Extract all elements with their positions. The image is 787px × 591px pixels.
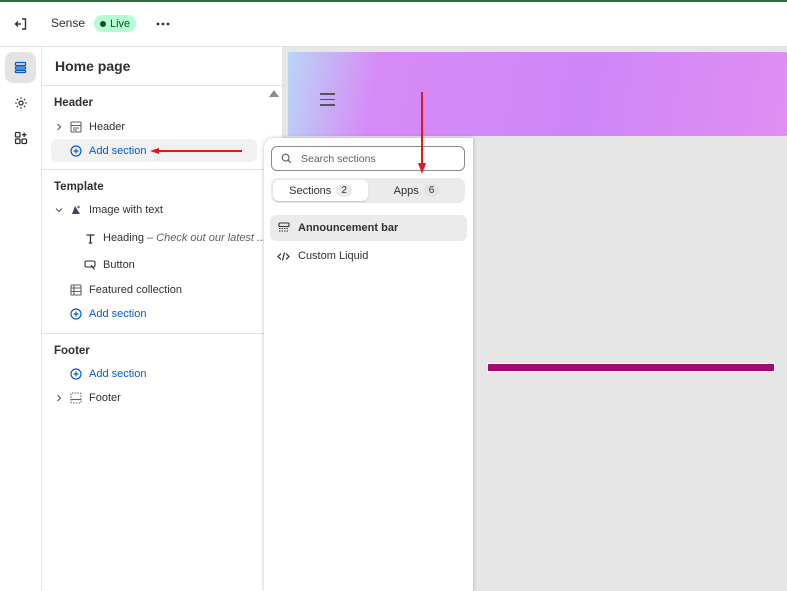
tab-count-badge: 2 <box>336 184 352 197</box>
tree-item-heading-block[interactable]: Heading – Check out our latest ... <box>83 231 266 245</box>
tab-count-badge: 6 <box>423 184 440 197</box>
divider <box>42 169 283 170</box>
tree-item-featured-collection[interactable]: Featured collection <box>69 283 182 297</box>
tree-item-sublabel: – Check out our latest ... <box>146 232 267 244</box>
plus-circle-icon <box>69 307 83 321</box>
add-section-label: Add section <box>89 145 147 157</box>
rail-sections-button[interactable] <box>5 52 36 83</box>
chevron-right-icon[interactable] <box>54 122 64 132</box>
tree-item-label: Image with text <box>89 204 163 216</box>
section-option-label: Announcement bar <box>298 222 399 234</box>
add-section-popover: Sections 2 Apps 6 Announcement bar Custo… <box>264 138 473 591</box>
plus-circle-icon <box>69 367 83 381</box>
section-option-announcement-bar[interactable]: Announcement bar <box>270 215 467 241</box>
group-title-footer: Footer <box>54 345 90 357</box>
search-field[interactable] <box>271 146 465 171</box>
add-section-button-footer[interactable]: Add section <box>69 367 146 381</box>
more-actions-button[interactable] <box>153 14 173 34</box>
chevron-down-icon[interactable] <box>54 205 64 215</box>
sections-icon <box>14 61 27 74</box>
search-input[interactable] <box>301 152 451 165</box>
hamburger-menu-icon[interactable] <box>320 93 335 110</box>
button-icon <box>83 258 97 272</box>
tree-item-label: Button <box>103 259 135 271</box>
announcement-bar-preview <box>487 363 775 372</box>
tab-apps[interactable]: Apps 6 <box>370 180 463 201</box>
tree-item-header[interactable]: Header <box>69 120 125 134</box>
status-badge: Live <box>94 15 137 32</box>
tree-item-footer[interactable]: Footer <box>69 391 121 405</box>
group-title-template: Template <box>54 181 104 193</box>
live-dot-icon <box>100 20 106 27</box>
sidebar: Home page Header Header Add section Temp… <box>42 47 283 591</box>
gear-icon <box>14 96 27 109</box>
tree-item-label: Footer <box>89 392 121 404</box>
tree-item-image-with-text[interactable]: Image with text <box>69 203 163 217</box>
tab-label: Sections <box>289 184 332 197</box>
chevron-right-icon[interactable] <box>54 393 64 403</box>
add-section-button-header[interactable]: Add section <box>69 144 146 158</box>
section-header-icon <box>69 120 83 134</box>
divider <box>42 333 283 334</box>
preview-header-banner <box>288 52 787 136</box>
add-section-label: Add section <box>89 368 147 380</box>
section-footer-icon <box>69 391 83 405</box>
tree-item-label: Header <box>89 121 126 133</box>
exit-icon <box>14 18 27 30</box>
exit-button[interactable] <box>11 14 31 34</box>
rail-settings-button[interactable] <box>5 87 36 118</box>
tab-bar: Sections 2 Apps 6 <box>271 178 465 203</box>
tree-item-button-block[interactable]: Button <box>83 258 135 272</box>
annotation-arrow-left-icon <box>150 148 242 154</box>
divider <box>42 85 283 86</box>
featured-collection-icon <box>69 283 83 297</box>
add-section-button-template[interactable]: Add section <box>69 307 146 321</box>
status-badge-label: Live <box>110 17 131 30</box>
apps-icon <box>14 131 27 144</box>
ellipsis-icon <box>156 22 170 26</box>
plus-circle-icon <box>69 144 83 158</box>
text-icon <box>83 231 97 245</box>
add-section-label: Add section <box>89 308 147 320</box>
scroll-up-arrow-icon[interactable] <box>269 90 279 97</box>
section-option-label: Custom Liquid <box>298 250 369 262</box>
page-title: Home page <box>55 58 131 74</box>
tree-item-label: Heading <box>103 232 144 244</box>
image-with-text-icon <box>69 203 83 217</box>
annotation-arrow-down-icon <box>418 92 426 174</box>
top-bar: Sense Live <box>0 0 787 47</box>
section-option-custom-liquid[interactable]: Custom Liquid <box>270 243 467 269</box>
left-rail <box>0 47 42 591</box>
group-title-header: Header <box>54 97 93 109</box>
search-icon <box>280 153 292 165</box>
tab-label: Apps <box>393 184 419 197</box>
code-icon <box>277 250 290 263</box>
tree-item-label: Featured collection <box>89 284 182 296</box>
tab-sections[interactable]: Sections 2 <box>273 180 368 201</box>
rail-apps-button[interactable] <box>5 122 36 153</box>
theme-name: Sense <box>51 16 86 30</box>
announcement-bar-icon <box>277 222 290 235</box>
